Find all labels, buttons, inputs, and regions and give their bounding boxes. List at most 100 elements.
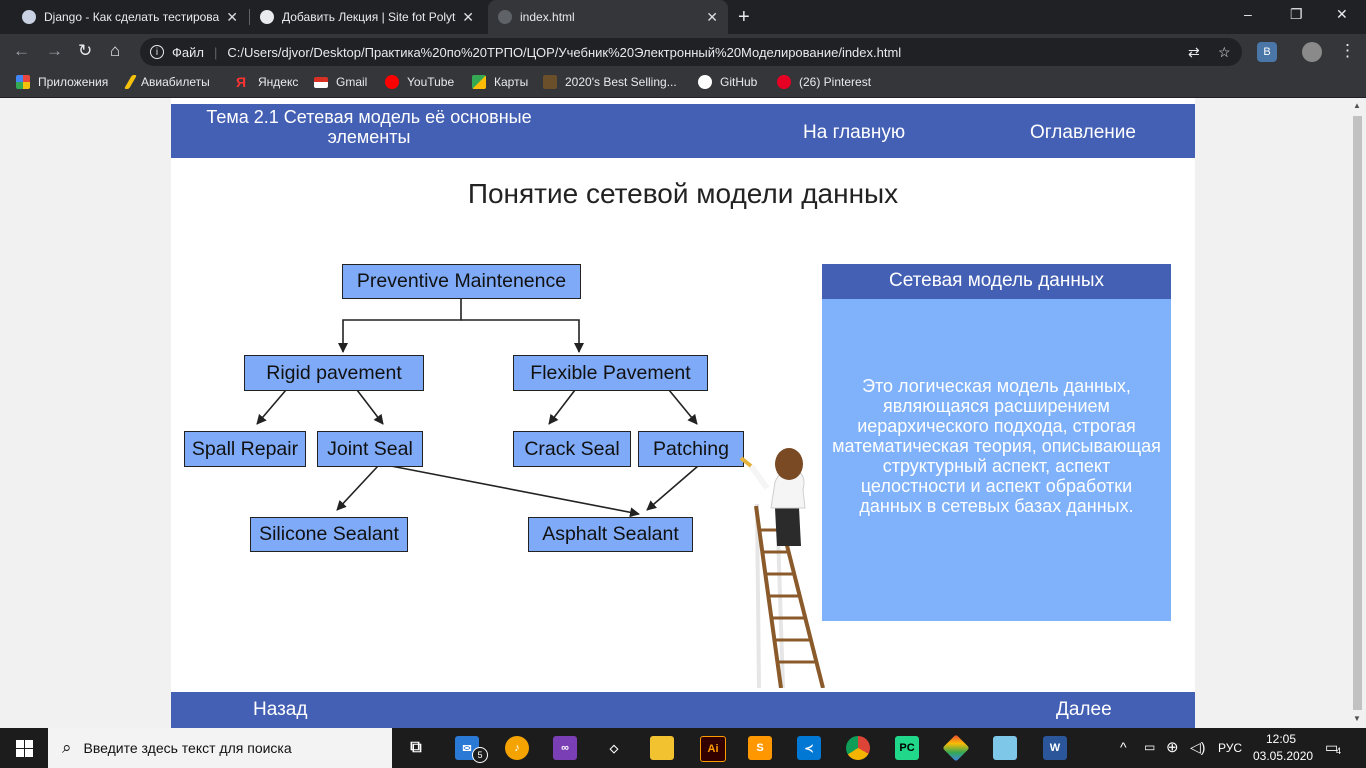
pycharm-icon[interactable]: PC [895,736,919,760]
connector-arrow [356,389,384,425]
youtube-icon [385,75,399,89]
visual-studio-icon[interactable]: ∞ [553,736,577,760]
word-icon[interactable]: W [1043,736,1067,760]
notes-app-icon[interactable] [993,736,1017,760]
node-crack-seal: Crack Seal [513,431,631,467]
volume-icon[interactable]: ◁) [1190,739,1205,756]
book-icon [543,75,557,89]
taskbar-search-box[interactable]: ⌕ Введите здесь текст для поиска [48,728,392,768]
gmail-icon [314,76,328,88]
tab-title: Django - Как сделать тестировани [44,10,221,24]
vk-extension-icon[interactable]: B [1257,42,1277,62]
scroll-down-arrow-icon[interactable]: ▼ [1353,714,1361,723]
menu-kebab-icon[interactable]: ⋮ [1339,41,1356,61]
new-tab-button[interactable]: + [738,6,750,29]
connector-arrow [668,389,698,425]
yandex-icon: Я [236,74,247,90]
painter-on-ladder-illustration [739,448,825,688]
bookmark-label: Приложения [38,75,109,89]
bookmark-yandex[interactable]: Я Яндекс [236,75,298,89]
close-window-button[interactable]: ✕ [1336,6,1348,23]
profile-avatar-icon[interactable] [1302,42,1322,62]
close-tab-icon[interactable]: ✕ [462,9,474,26]
file-explorer-icon[interactable] [650,736,674,760]
apps-grid-icon [16,75,30,89]
site-footer: Назад Далее [171,692,1195,728]
chevron-up-icon[interactable]: ^ [1120,739,1127,755]
django-favicon-icon [22,10,36,24]
vscode-icon[interactable]: ≺ [797,736,821,760]
node-preventive-maintenence: Preventive Maintenence [342,264,581,299]
network-globe-icon[interactable]: ⊕ [1166,738,1179,756]
bookmark-label: (26) Pinterest [799,75,872,89]
reload-icon[interactable]: ↻ [78,41,92,61]
clock-time[interactable]: 12:05 [1266,732,1296,746]
tab-index[interactable]: index.html ✕ [488,0,728,34]
sublime-text-icon[interactable]: S [748,736,772,760]
connector-arrow [461,319,584,353]
node-joint-seal: Joint Seal [317,431,423,467]
node-patching: Patching [638,431,744,467]
node-asphalt-sealant: Asphalt Sealant [528,517,693,552]
plane-icon [123,75,138,89]
bookmark-github[interactable]: GitHub [698,75,757,89]
scroll-thumb[interactable] [1353,116,1362,710]
music-app-icon[interactable]: ♪ [505,736,529,760]
bookmark-label: Карты [494,75,529,89]
battery-icon[interactable]: ▭ [1144,740,1155,754]
illustrator-icon[interactable]: Ai [700,736,726,762]
next-link[interactable]: Далее [1056,699,1112,721]
address-scheme-label: Файл [172,44,204,60]
bookmark-pinterest[interactable]: (26) Pinterest [777,75,871,89]
chrome-icon[interactable] [846,736,870,760]
bookmark-star-icon[interactable]: ☆ [1218,38,1231,66]
contents-link[interactable]: Оглавление [1030,122,1136,144]
task-view-icon[interactable]: ⧉ [404,736,428,760]
address-bar[interactable]: i Файл | C:/Users/djvor/Desktop/Практика… [140,38,1242,66]
bookmark-best-selling[interactable]: 2020's Best Selling... [543,75,677,89]
unity-icon[interactable]: ◇ [602,736,626,760]
globe-icon [498,10,512,24]
bookmark-maps[interactable]: Карты [472,75,528,89]
search-placeholder: Введите здесь текст для поиска [83,740,292,756]
address-divider: | [213,44,218,60]
restore-button[interactable]: ❐ [1290,6,1303,23]
vertical-scrollbar[interactable]: ▲ ▼ [1349,98,1366,728]
bookmark-label: GitHub [720,75,758,89]
app-diamond-icon[interactable] [942,734,970,762]
language-indicator[interactable]: РУС [1218,741,1242,755]
bookmark-gmail[interactable]: Gmail [314,75,367,89]
tab-add-lecture[interactable]: Добавить Лекция | Site fot Polytech ✕ [250,0,484,34]
back-arrow-icon[interactable]: ← [13,41,30,61]
search-icon: ⌕ [62,738,72,757]
close-tab-icon[interactable]: ✕ [226,9,238,26]
node-spall-repair: Spall Repair [184,431,306,467]
home-icon[interactable]: ⌂ [110,41,120,61]
tab-title: Добавить Лекция | Site fot Polytech [282,10,457,24]
scroll-up-arrow-icon[interactable]: ▲ [1353,101,1361,110]
home-link[interactable]: На главную [803,122,905,144]
bookmark-youtube[interactable]: YouTube [385,75,454,89]
mail-badge: 5 [472,747,488,763]
back-link[interactable]: Назад [253,699,307,721]
clock-date[interactable]: 03.05.2020 [1253,749,1313,763]
definition-text: Это логическая модель данных, являющаяся… [832,376,1161,516]
bookmark-label: YouTube [407,75,455,89]
close-tab-icon[interactable]: ✕ [706,9,718,26]
tab-title: index.html [520,10,575,24]
connector-arrow [646,465,699,511]
bookmark-aviatickets[interactable]: Авиабилеты [123,75,210,89]
minimize-button[interactable]: – [1244,6,1252,22]
start-button[interactable] [0,728,48,768]
info-icon[interactable]: i [150,45,164,59]
definition-title: Сетевая модель данных [822,264,1171,299]
tab-django[interactable]: Django - Как сделать тестировани ✕ [12,0,248,34]
bookmarks-bar: Приложения Авиабилеты Я Яндекс Gmail You… [0,70,1366,98]
bookmark-apps[interactable]: Приложения [16,75,108,89]
maps-icon [472,75,486,89]
translate-icon[interactable]: ⇄ [1188,38,1200,66]
address-url[interactable]: C:/Users/djvor/Desktop/Практика%20по%20Т… [227,45,901,60]
forward-arrow-icon[interactable]: → [46,41,63,61]
globe-icon [260,10,274,24]
windows-taskbar: ⌕ Введите здесь текст для поиска ⧉ ✉ 5 ♪… [0,728,1366,768]
